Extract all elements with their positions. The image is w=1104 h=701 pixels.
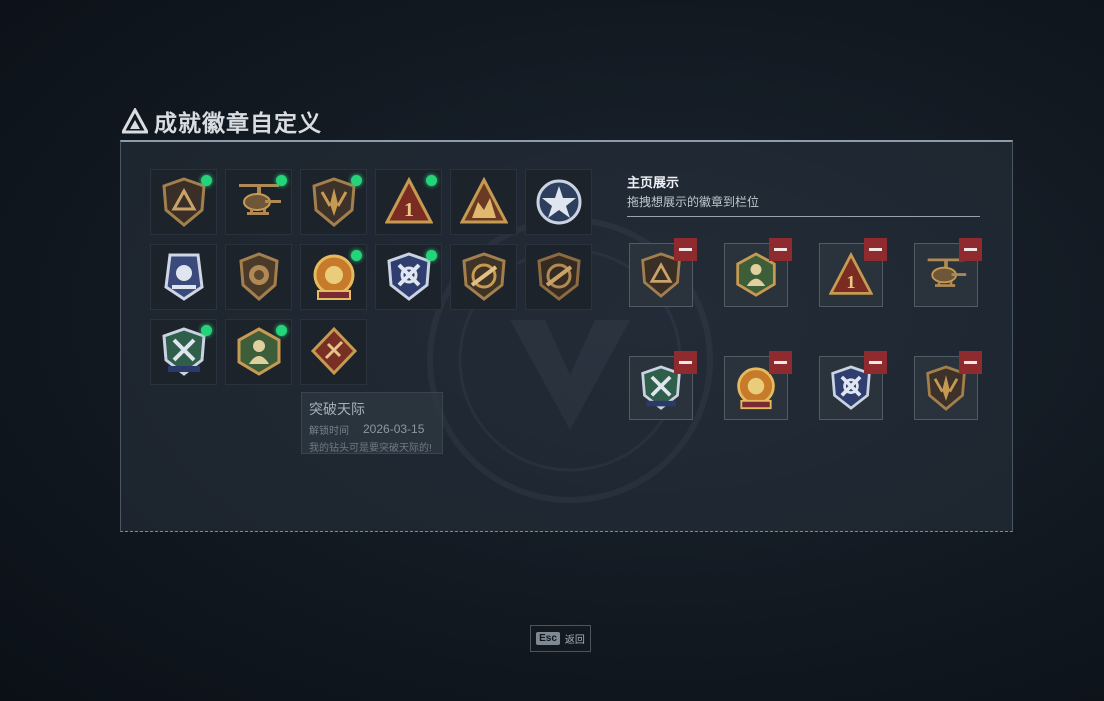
badge-slot[interactable] (525, 244, 592, 310)
shield-triangle-badge-icon (161, 177, 206, 227)
minus-icon (869, 248, 882, 251)
homepage-display-section: 主页展示 拖拽想展示的徽章到栏位 1 (627, 172, 982, 420)
badge-slot[interactable] (225, 319, 292, 385)
display-slot[interactable] (914, 238, 982, 307)
badge-tooltip: 突破天际 解锁时间 2026-03-15 我的钻头可是要突破天际的! (301, 392, 443, 454)
unlocked-indicator-icon (426, 250, 437, 261)
display-slot[interactable] (724, 351, 792, 420)
display-slot[interactable] (914, 351, 982, 420)
triangle-figure-badge-icon (459, 176, 508, 224)
badge-slot[interactable] (225, 244, 292, 310)
remove-badge-button[interactable] (769, 238, 792, 261)
display-slot[interactable] (629, 238, 697, 307)
back-label: 返回 (564, 635, 585, 646)
badge-slot[interactable] (150, 169, 217, 235)
display-slot[interactable] (724, 238, 792, 307)
police-shield-badge-icon (163, 253, 204, 301)
svg-text:1: 1 (404, 199, 414, 221)
gold-flower-badge-icon (313, 254, 354, 300)
badge-slot[interactable] (525, 169, 592, 235)
remove-badge-button[interactable] (959, 351, 982, 374)
star-circle-badge-icon (536, 179, 581, 225)
rifle-shield-badge-icon (461, 252, 506, 301)
badge-slot[interactable]: 1 (375, 169, 442, 235)
helicopter-badge-icon (238, 184, 281, 215)
remove-badge-button[interactable] (674, 238, 697, 261)
unlocked-indicator-icon (426, 175, 437, 186)
minus-icon (679, 248, 692, 251)
display-title: 主页展示 (627, 175, 680, 190)
minus-icon (964, 248, 977, 251)
red-diamond-badge-icon (310, 326, 357, 376)
remove-badge-button[interactable] (959, 238, 982, 261)
display-subtitle: 拖拽想展示的徽章到栏位 (627, 195, 760, 209)
esc-key-icon: Esc (536, 632, 560, 645)
unlocked-indicator-icon (276, 325, 287, 336)
dagger-shield-badge-icon (311, 177, 356, 227)
display-slot[interactable]: 1 (819, 238, 887, 307)
badge-panel: 1 突破天际 解锁时间 2026-03-15 我的钻头可是要突破天际的! 主页展… (120, 140, 1013, 532)
remove-badge-button[interactable] (864, 238, 887, 261)
remove-badge-button[interactable] (674, 351, 697, 374)
divider (627, 216, 980, 217)
minus-icon (964, 361, 977, 364)
badge-slot[interactable] (375, 244, 442, 310)
remove-badge-button[interactable] (769, 351, 792, 374)
display-slot[interactable] (629, 351, 697, 420)
back-button[interactable]: Esc 返回 (530, 625, 591, 652)
remove-badge-button[interactable] (864, 351, 887, 374)
unlocked-indicator-icon (351, 250, 362, 261)
title-row: 成就徽章自定义 (122, 104, 322, 138)
unlocked-indicator-icon (276, 175, 287, 186)
minus-icon (869, 361, 882, 364)
svg-text:1: 1 (846, 272, 855, 292)
unlocked-indicator-icon (351, 175, 362, 186)
badge-slot[interactable] (150, 244, 217, 310)
unlocked-indicator-icon (201, 175, 212, 186)
tooltip-description: 我的钻头可是要突破天际的! (309, 443, 432, 454)
badge-slot[interactable] (300, 319, 367, 385)
blue-cross-badge-icon (386, 252, 431, 301)
badge-slot[interactable] (450, 169, 517, 235)
tooltip-badge-name: 突破天际 (309, 401, 365, 417)
minus-icon (679, 361, 692, 364)
rifle-shield-dark-badge-icon (536, 252, 581, 301)
badge-slot[interactable] (300, 244, 367, 310)
badge-slot[interactable] (300, 169, 367, 235)
minus-icon (774, 361, 787, 364)
green-cross-badge-icon (161, 327, 206, 376)
tooltip-date: 2026-03-15 (363, 422, 425, 436)
minus-icon (774, 248, 787, 251)
triangle-one-badge-icon: 1 (384, 176, 433, 224)
page-title: 成就徽章自定义 (154, 110, 322, 136)
badge-slot[interactable] (450, 244, 517, 310)
game-logo-icon (122, 108, 148, 134)
lion-shield-badge-icon (238, 252, 279, 301)
badge-slot[interactable] (225, 169, 292, 235)
green-hex-figure-badge-icon (237, 327, 280, 376)
display-slot[interactable] (819, 351, 887, 420)
badge-slot[interactable] (150, 319, 217, 385)
unlocked-indicator-icon (201, 325, 212, 336)
tooltip-time-label: 解锁时间 (309, 426, 349, 437)
